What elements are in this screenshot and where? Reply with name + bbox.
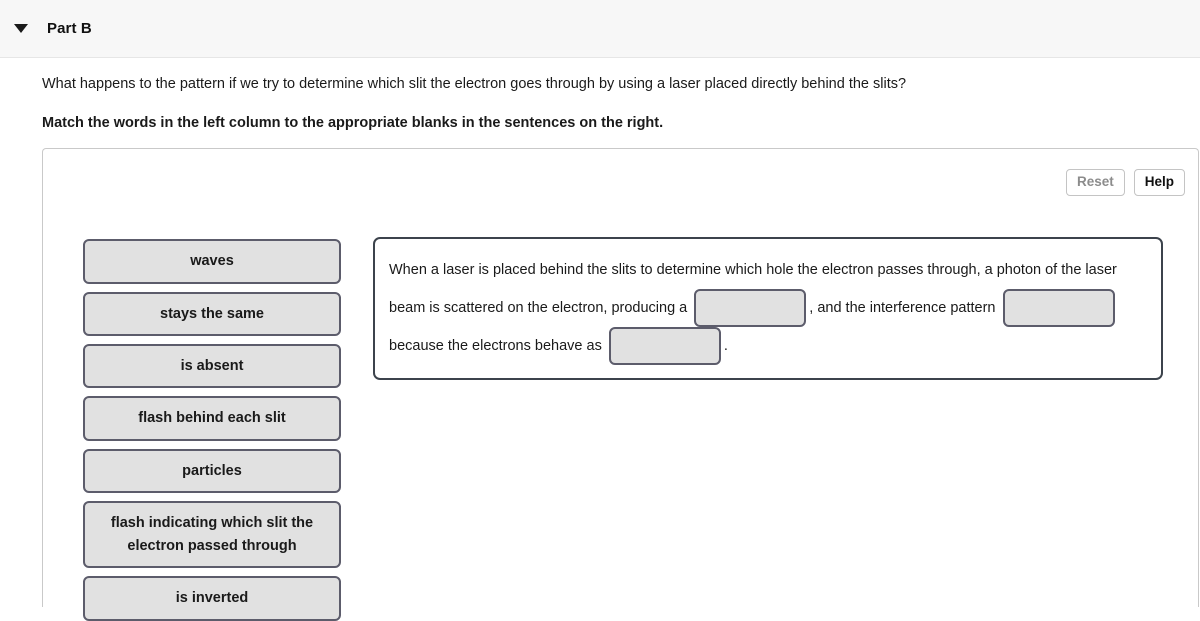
question-instruction: Match the words in the left column to th… — [42, 115, 664, 132]
page-title: Part B — [47, 20, 92, 37]
blank-slot-1[interactable] — [694, 289, 807, 328]
help-button[interactable]: Help — [1133, 169, 1185, 197]
word-bank: waves stays the same is absent flash beh… — [83, 239, 341, 621]
triangle-down-icon[interactable] — [14, 24, 28, 33]
part-header: Part B — [0, 0, 1200, 58]
question-prompt: What happens to the pattern if we try to… — [42, 76, 907, 92]
answer-panel: Reset Help waves stays the same is absen… — [42, 148, 1199, 621]
blank-slot-2[interactable] — [1002, 289, 1115, 328]
word-tile[interactable]: flash behind each slit — [83, 396, 341, 441]
word-tile[interactable]: flash indicating which slit the electron… — [83, 501, 341, 569]
panel-toolbar: Reset Help — [1065, 169, 1185, 197]
sentence-segment: . — [723, 338, 728, 355]
sentence-box: When a laser is placed behind the slits … — [373, 237, 1163, 381]
word-tile[interactable]: waves — [83, 239, 341, 284]
blank-slot-3[interactable] — [608, 327, 721, 366]
sentence-segment: , and the interference pattern — [809, 300, 1000, 317]
reset-button[interactable]: Reset — [1065, 169, 1125, 197]
word-tile[interactable]: particles — [83, 448, 341, 494]
question-block: What happens to the pattern if we try to… — [0, 58, 1200, 134]
word-tile[interactable]: is inverted — [83, 576, 341, 621]
word-tile[interactable]: stays the same — [83, 291, 341, 336]
word-tile[interactable]: is absent — [83, 343, 341, 389]
